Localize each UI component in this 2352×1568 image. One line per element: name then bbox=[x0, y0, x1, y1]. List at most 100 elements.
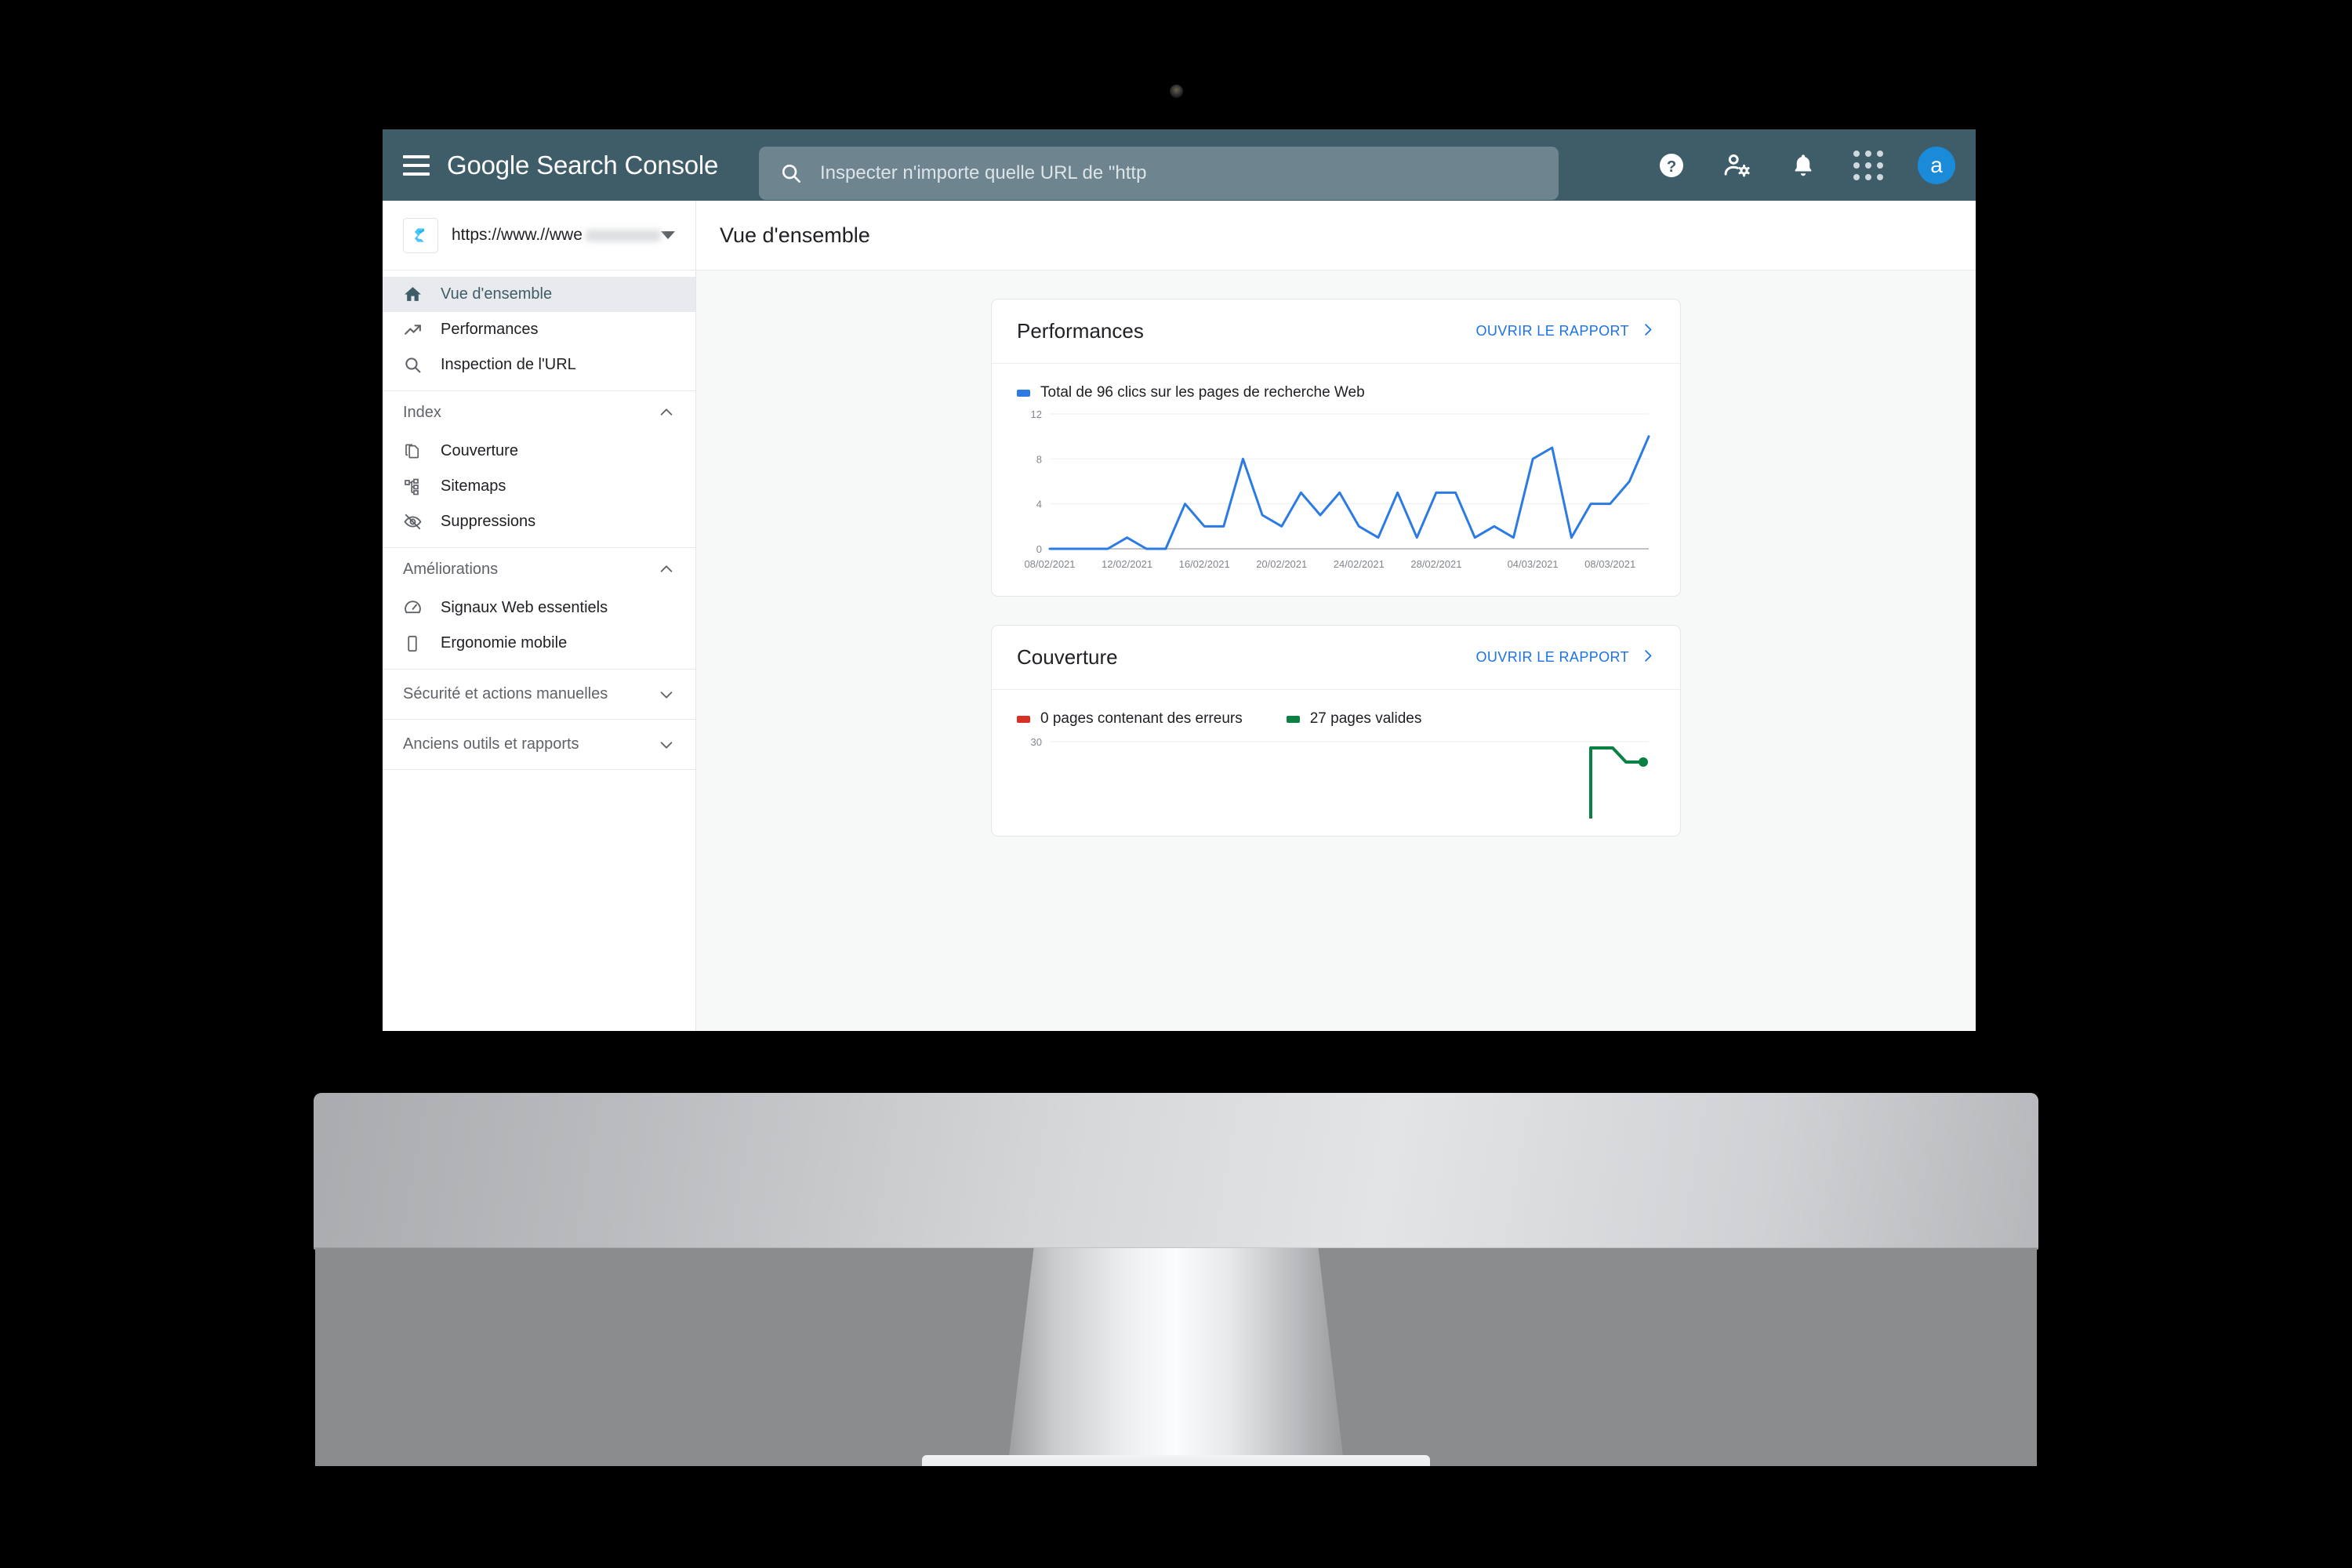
svg-text:12/02/2021: 12/02/2021 bbox=[1102, 558, 1152, 570]
sidebar-section-title: Index bbox=[403, 403, 441, 421]
legend-swatch bbox=[1017, 389, 1030, 397]
speedometer-icon bbox=[403, 598, 430, 618]
sidebar-section-index: Index Couverture Sitemaps Suppressions bbox=[383, 391, 695, 548]
coverage-card-header: Couverture OUVRIR LE RAPPORT bbox=[992, 626, 1680, 690]
performance-legend-item[interactable]: Total de 96 clics sur les pages de reche… bbox=[1017, 384, 1365, 401]
sidebar-section-header-ameliorations[interactable]: Améliorations bbox=[383, 548, 695, 590]
svg-text:08/02/2021: 08/02/2021 bbox=[1024, 558, 1075, 570]
site-property-selector[interactable]: https://www.//wwe bbox=[383, 201, 695, 270]
sidebar-item-label: Sitemaps bbox=[441, 477, 506, 495]
performance-legend: Total de 96 clics sur les pages de reche… bbox=[1017, 384, 1655, 401]
notifications-bell-icon[interactable] bbox=[1788, 150, 1819, 181]
performance-legend-label: Total de 96 clics sur les pages de reche… bbox=[1040, 384, 1365, 401]
chevron-right-icon bbox=[1640, 322, 1655, 341]
sidebar-item-label: Ergonomie mobile bbox=[441, 634, 568, 652]
legend-swatch bbox=[1017, 715, 1030, 723]
sidebar-section-header-anciens-outils[interactable]: Anciens outils et rapports bbox=[383, 720, 695, 769]
site-property-url: https://www.//wwe bbox=[452, 226, 661, 245]
svg-text:8: 8 bbox=[1036, 453, 1042, 465]
sidebar-item-sitemaps[interactable]: Sitemaps bbox=[383, 469, 695, 504]
monitor-stand-neck bbox=[1007, 1248, 1345, 1475]
background-fill bbox=[0, 1501, 2352, 1568]
app-brand-title: Google Search Console bbox=[447, 151, 718, 180]
coverage-chart: 30 bbox=[1017, 732, 1655, 818]
search-icon bbox=[782, 164, 800, 183]
sidebar-item-label: Performances bbox=[441, 321, 539, 338]
sidebar-item-label: Signaux Web essentiels bbox=[441, 599, 608, 616]
svg-text:24/02/2021: 24/02/2021 bbox=[1334, 558, 1385, 570]
performance-chart-svg: 0 4 8 12 08/02/2021 12/02/2021 16/02/2021 20/02… bbox=[1024, 408, 1650, 570]
cards-container: Performances OUVRIR LE RAPPORT Total de … bbox=[696, 270, 1976, 1031]
hamburger-menu-icon[interactable] bbox=[403, 154, 430, 176]
performance-card-title: Performances bbox=[1017, 319, 1144, 343]
search-input[interactable] bbox=[820, 162, 1538, 184]
site-property-url-redacted bbox=[585, 229, 661, 241]
sidebar-item-suppressions[interactable]: Suppressions bbox=[383, 504, 695, 539]
top-bar-actions: ? a bbox=[1656, 129, 1955, 201]
brand-google-text: Google bbox=[447, 150, 530, 180]
sidebar-section-header-index[interactable]: Index bbox=[383, 391, 695, 434]
sidebar-section-header-securite[interactable]: Sécurité et actions manuelles bbox=[383, 670, 695, 719]
monitor-shadow bbox=[315, 1466, 2037, 1501]
coverage-legend-item-errors[interactable]: 0 pages contenant des erreurs bbox=[1017, 710, 1243, 728]
webcam-dot-icon bbox=[1170, 85, 1183, 98]
sidebar-item-label: Vue d'ensemble bbox=[441, 285, 553, 303]
sidebar-item-vue-densemble[interactable]: Vue d'ensemble bbox=[383, 277, 695, 312]
performance-chart: 0 4 8 12 08/02/2021 12/02/2021 16/02/2021 20/02… bbox=[1017, 406, 1655, 579]
sidebar-section-securite: Sécurité et actions manuelles bbox=[383, 670, 695, 720]
sidebar-section-ameliorations: Améliorations Signaux Web essentiels Erg… bbox=[383, 548, 695, 670]
sidebar-item-couverture[interactable]: Couverture bbox=[383, 434, 695, 469]
sidebar-section-title: Améliorations bbox=[403, 560, 499, 578]
coverage-legend-label: 0 pages contenant des erreurs bbox=[1040, 710, 1243, 727]
brand-search-console-text: Search Console bbox=[529, 150, 719, 180]
legend-swatch bbox=[1286, 715, 1300, 723]
chevron-down-icon bbox=[658, 736, 675, 753]
performance-card-body: Total de 96 clics sur les pages de reche… bbox=[992, 364, 1680, 596]
performance-card-header: Performances OUVRIR LE RAPPORT bbox=[992, 299, 1680, 364]
chevron-down-icon bbox=[658, 686, 675, 703]
main-content: Vue d'ensemble Performances OUVRIR LE RA… bbox=[696, 201, 1976, 1031]
chevron-up-icon bbox=[658, 404, 675, 421]
coverage-card-title: Couverture bbox=[1017, 645, 1118, 669]
sidebar-item-performances[interactable]: Performances bbox=[383, 312, 695, 347]
sidebar-item-label: Inspection de l'URL bbox=[441, 356, 576, 373]
sidebar-section-anciens-outils: Anciens outils et rapports bbox=[383, 720, 695, 770]
sidebar-item-ergonomie-mobile[interactable]: Ergonomie mobile bbox=[383, 626, 695, 661]
sidebar-item-signaux-web-essentiels[interactable]: Signaux Web essentiels bbox=[383, 590, 695, 626]
mobile-phone-icon bbox=[403, 634, 430, 653]
user-settings-icon[interactable] bbox=[1722, 150, 1753, 181]
sidebar-section-title: Sécurité et actions manuelles bbox=[403, 685, 608, 702]
sidebar-item-inspection-url[interactable]: Inspection de l'URL bbox=[383, 347, 695, 383]
url-inspection-search-bar[interactable] bbox=[759, 147, 1559, 200]
sidebar-item-label: Suppressions bbox=[441, 513, 536, 530]
trending-up-icon bbox=[403, 320, 430, 339]
performance-open-report-label: OUVRIR LE RAPPORT bbox=[1475, 323, 1629, 339]
site-property-logo-icon bbox=[403, 217, 438, 253]
svg-text:30: 30 bbox=[1031, 736, 1042, 748]
chevron-down-icon[interactable] bbox=[661, 231, 675, 239]
sidebar: https://www.//wwe Vue d'ensemble Perform… bbox=[383, 201, 696, 1031]
performance-open-report-link[interactable]: OUVRIR LE RAPPORT bbox=[1475, 322, 1655, 341]
svg-text:20/02/2021: 20/02/2021 bbox=[1256, 558, 1307, 570]
help-icon[interactable]: ? bbox=[1656, 150, 1687, 181]
coverage-legend: 0 pages contenant des erreurs 27 pages v… bbox=[1017, 710, 1655, 728]
coverage-legend-item-valid[interactable]: 27 pages valides bbox=[1286, 710, 1422, 728]
sidebar-section-title: Anciens outils et rapports bbox=[403, 735, 579, 753]
apps-grid-icon[interactable] bbox=[1853, 150, 1883, 180]
performance-card: Performances OUVRIR LE RAPPORT Total de … bbox=[991, 299, 1681, 597]
home-icon bbox=[403, 285, 430, 304]
svg-text:28/02/2021: 28/02/2021 bbox=[1410, 558, 1461, 570]
svg-text:08/03/2021: 08/03/2021 bbox=[1584, 558, 1635, 570]
svg-text:04/03/2021: 04/03/2021 bbox=[1508, 558, 1559, 570]
monitor-bezel-chin bbox=[314, 1093, 2038, 1250]
svg-text:4: 4 bbox=[1036, 499, 1042, 510]
site-property-url-text: https://www.//wwe bbox=[452, 226, 583, 244]
search-icon bbox=[403, 355, 430, 375]
coverage-legend-label: 27 pages valides bbox=[1309, 710, 1422, 727]
sidebar-item-label: Couverture bbox=[441, 442, 518, 459]
coverage-open-report-link[interactable]: OUVRIR LE RAPPORT bbox=[1475, 648, 1655, 667]
avatar[interactable]: a bbox=[1918, 146, 1955, 184]
page-header: Vue d'ensemble bbox=[696, 201, 1976, 270]
chevron-up-icon bbox=[658, 561, 675, 578]
coverage-card: Couverture OUVRIR LE RAPPORT 0 pages con… bbox=[991, 625, 1681, 837]
